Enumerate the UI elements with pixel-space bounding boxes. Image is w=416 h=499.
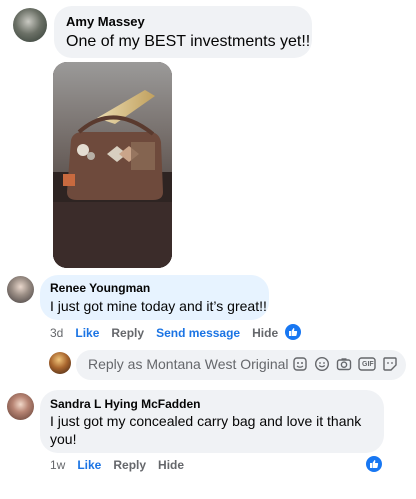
comment-bubble-sandra: Sandra L Hying McFadden I just got my co…: [40, 390, 384, 453]
camera-icon[interactable]: [336, 356, 352, 372]
sticker-icon[interactable]: [292, 356, 308, 372]
like-thumb-icon: [289, 328, 298, 336]
comment-actions-sandra: 1w Like Reply Hide: [50, 458, 196, 472]
like-link[interactable]: Like: [77, 458, 101, 472]
comment-time[interactable]: 3d: [50, 326, 63, 340]
reply-link[interactable]: Reply: [113, 458, 146, 472]
reply-link[interactable]: Reply: [111, 326, 144, 340]
like-thumb-icon: [370, 460, 379, 468]
reply-placeholder: Reply as Montana West Original: [88, 356, 289, 372]
avatar-sandra[interactable]: [7, 393, 34, 420]
bag-photo-image: [53, 62, 172, 268]
like-link[interactable]: Like: [75, 326, 99, 340]
comment-text: I just got mine today and it’s great!!: [50, 298, 267, 314]
like-reaction-badge[interactable]: [366, 456, 382, 472]
avatar-amy[interactable]: [13, 8, 47, 42]
comment-time[interactable]: 1w: [50, 458, 65, 472]
comment-author[interactable]: Amy Massey: [66, 14, 145, 29]
comment-author[interactable]: Renee Youngman: [50, 281, 150, 295]
comment-photo-bag[interactable]: [53, 62, 172, 268]
comment-bubble-amy: Amy Massey One of my BEST investments ye…: [54, 6, 312, 58]
like-reaction-badge[interactable]: [285, 324, 301, 340]
comment-bubble-renee: Renee Youngman I just got mine today and…: [40, 275, 269, 320]
comment-author[interactable]: Sandra L Hying McFadden: [50, 397, 200, 411]
comment-actions-renee: 3d Like Reply Send message Hide: [50, 326, 290, 340]
reply-input[interactable]: Reply as Montana West Original: [76, 350, 406, 380]
comment-text: One of my BEST investments yet!!: [66, 33, 311, 50]
avatar-montana-west[interactable]: [49, 352, 71, 374]
comment-text-line-2: you!: [50, 431, 77, 447]
avatar-sticker-icon[interactable]: [382, 356, 398, 372]
hide-link[interactable]: Hide: [252, 326, 278, 340]
avatar-renee[interactable]: [7, 276, 34, 303]
send-message-link[interactable]: Send message: [156, 326, 240, 340]
emoji-icon[interactable]: [314, 356, 330, 372]
gif-icon-label: GIF: [362, 361, 374, 368]
hide-link[interactable]: Hide: [158, 458, 184, 472]
comment-text-line-1: I just got my concealed carry bag and lo…: [50, 413, 362, 429]
